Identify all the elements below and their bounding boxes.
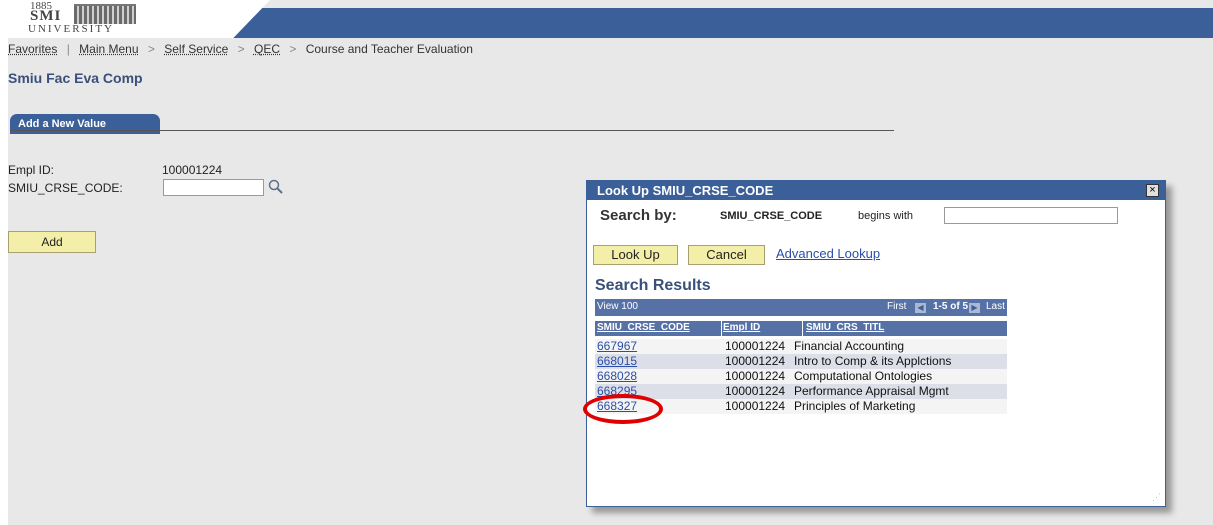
cancel-button[interactable]: Cancel: [688, 245, 765, 265]
search-input[interactable]: [944, 207, 1118, 224]
tab-divider: [10, 130, 894, 131]
table-row: 667967 100001224 Financial Accounting: [595, 339, 1007, 354]
highlight-circle: [583, 394, 663, 424]
close-icon[interactable]: ×: [1146, 184, 1159, 197]
crse-code-input[interactable]: [163, 179, 264, 196]
advanced-lookup-link[interactable]: Advanced Lookup: [776, 246, 880, 261]
breadcrumb: Favorites | Main Menu > Self Service > Q…: [8, 42, 473, 56]
view-all-link[interactable]: View 100: [597, 301, 638, 312]
breadcrumb-self-service[interactable]: Self Service: [164, 42, 228, 56]
row-range: 1-5 of 5: [933, 301, 969, 312]
next-arrow-icon[interactable]: ▶: [969, 303, 980, 313]
look-up-button[interactable]: Look Up: [593, 245, 678, 265]
empl-id-cell: 100001224: [725, 369, 786, 383]
empl-id-cell: 100001224: [725, 354, 786, 368]
add-button[interactable]: Add: [8, 231, 96, 253]
lookup-dialog: Look Up SMIU_CRSE_CODE × Search by: SMIU…: [586, 180, 1166, 507]
empl-id-cell: 100001224: [725, 384, 786, 398]
course-title-cell: Principles of Marketing: [794, 399, 916, 413]
first-link[interactable]: First: [887, 301, 906, 312]
course-code-link[interactable]: 668028: [597, 369, 637, 383]
course-code-link[interactable]: 668015: [597, 354, 637, 368]
course-title-cell: Computational Ontologies: [794, 369, 933, 383]
logo-name-bottom: UNIVERSITY: [28, 23, 114, 35]
resize-grip-icon[interactable]: ⋰: [1152, 492, 1161, 503]
last-link[interactable]: Last: [986, 301, 1005, 312]
breadcrumb-favorites[interactable]: Favorites: [8, 42, 57, 56]
breadcrumb-qec[interactable]: QEC: [254, 42, 280, 56]
empl-id-cell: 100001224: [725, 399, 786, 413]
empl-id-value: 100001224: [162, 163, 223, 177]
logo-building-icon: [74, 4, 136, 24]
search-by-label: Search by:: [600, 207, 677, 224]
empl-id-cell: 100001224: [725, 339, 786, 353]
course-title-cell: Intro to Comp & its Applctions: [794, 354, 952, 368]
search-operator: begins with: [858, 210, 914, 222]
column-header-crse-code[interactable]: SMIU_CRSE_CODE: [597, 322, 690, 333]
table-row: 668015 100001224 Intro to Comp & its App…: [595, 354, 1007, 369]
table-row: 668028 100001224 Computational Ontologie…: [595, 369, 1007, 384]
magnifier-lookup-icon[interactable]: [268, 179, 284, 195]
column-header-empl-id[interactable]: Empl ID: [723, 322, 760, 333]
empl-id-label: Empl ID:: [8, 163, 55, 177]
grid-column-headers: SMIU_CRSE_CODE Empl ID SMIU_CRS_TITL: [595, 321, 1007, 336]
breadcrumb-current[interactable]: Course and Teacher Evaluation: [306, 42, 473, 56]
grid-navigation-bar: View 100 First ◀ 1-5 of 5 ▶ Last: [595, 299, 1007, 316]
course-title-cell: Financial Accounting: [794, 339, 905, 353]
previous-arrow-icon[interactable]: ◀: [915, 303, 926, 313]
table-row: 668295 100001224 Performance Appraisal M…: [595, 384, 1007, 399]
course-code-link[interactable]: 667967: [597, 339, 637, 353]
page-title: Smiu Fac Eva Comp: [8, 70, 143, 86]
column-header-crs-title[interactable]: SMIU_CRS_TITL: [806, 322, 884, 333]
search-results-title: Search Results: [595, 277, 711, 294]
breadcrumb-main-menu[interactable]: Main Menu: [79, 42, 138, 56]
search-field-name: SMIU_CRSE_CODE: [720, 210, 823, 222]
university-logo: 1885 SMI UNIVERSITY: [14, 0, 184, 36]
dialog-title: Look Up SMIU_CRSE_CODE: [587, 181, 1165, 200]
crse-code-label: SMIU_CRSE_CODE:: [8, 181, 123, 195]
course-title-cell: Performance Appraisal Mgmt: [794, 384, 949, 398]
tab-add-new-value[interactable]: Add a New Value: [10, 114, 160, 134]
